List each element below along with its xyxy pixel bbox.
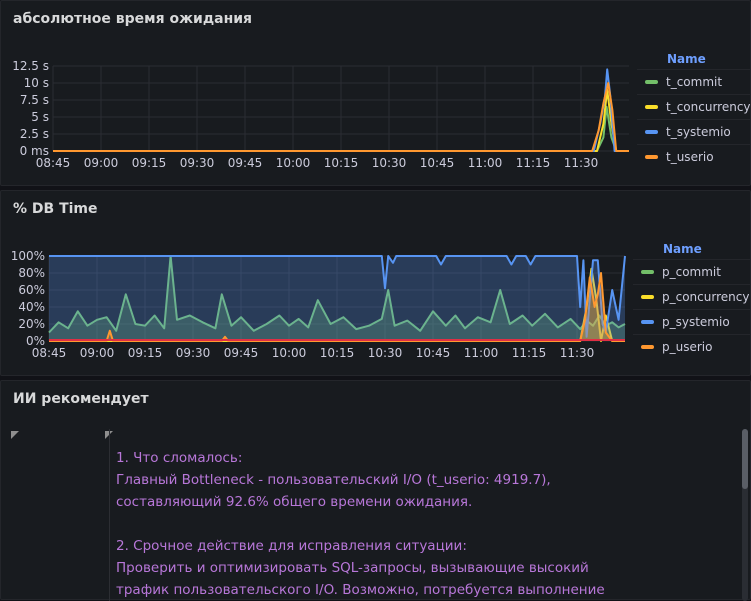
x-tick-label: 10:45 — [416, 346, 451, 360]
scrollbar[interactable] — [742, 429, 748, 601]
legend-header[interactable]: Name — [633, 239, 751, 259]
legend-item-p_systemio[interactable]: p_systemio — [633, 309, 751, 334]
legend-swatch — [641, 270, 654, 274]
x-tick-label: 10:45 — [420, 156, 455, 170]
recommendation-text: 1. Что сломалось: Главный Bottleneck - п… — [116, 450, 605, 598]
x-tick-label: 09:15 — [128, 346, 163, 360]
y-tick-label: 20% — [18, 317, 45, 331]
legend-swatch — [645, 130, 658, 134]
legend-item-p_concurrency[interactable]: p_concurrency — [633, 284, 751, 309]
x-tick-label: 09:15 — [132, 156, 167, 170]
legend-item-t_concurrency[interactable]: t_concurrency — [637, 94, 751, 119]
x-tick-label: 09:00 — [84, 156, 119, 170]
legend-item-t_systemio[interactable]: t_systemio — [637, 119, 751, 144]
x-tick-label: 11:30 — [564, 156, 599, 170]
db-time-legend: Name p_commit p_concurrency p_systemio p_use… — [633, 239, 751, 359]
x-tick-label: 11:15 — [516, 156, 551, 170]
legend-item-p_commit[interactable]: p_commit — [633, 259, 751, 284]
y-tick-label: 2.5 s — [20, 127, 49, 141]
scrollbar-thumb[interactable] — [742, 429, 748, 489]
legend-header[interactable]: Name — [637, 49, 751, 69]
x-tick-label: 09:45 — [224, 346, 259, 360]
x-tick-label: 10:00 — [276, 156, 311, 170]
legend-label: p_commit — [662, 265, 721, 279]
x-tick-label: 11:15 — [512, 346, 547, 360]
recommendation-text-area[interactable]: 1. Что сломалось: Главный Bottleneck - п… — [109, 429, 740, 601]
y-tick-label: 12.5 s — [12, 59, 49, 73]
resize-corner-icon[interactable] — [11, 431, 19, 439]
legend-label: t_userio — [666, 150, 714, 164]
y-tick-label: 5 s — [31, 110, 49, 124]
legend-swatch — [641, 295, 654, 299]
wait-time-legend: Name t_commit t_concurrency t_systemio t_use… — [637, 49, 751, 169]
y-tick-label: 100% — [11, 249, 45, 263]
y-tick-label: 40% — [18, 300, 45, 314]
y-tick-label: 80% — [18, 266, 45, 280]
x-tick-label: 11:00 — [468, 156, 503, 170]
legend-label: p_userio — [662, 340, 713, 354]
x-tick-label: 10:15 — [320, 346, 355, 360]
legend-item-t_commit[interactable]: t_commit — [637, 69, 751, 94]
x-tick-label: 10:30 — [372, 156, 407, 170]
legend-swatch — [645, 105, 658, 109]
y-tick-label: 60% — [18, 283, 45, 297]
x-tick-label: 11:30 — [560, 346, 595, 360]
y-tick-label: 7.5 s — [20, 93, 49, 107]
panel-title[interactable]: ИИ рекомендует — [13, 391, 149, 407]
legend-label: t_commit — [666, 75, 723, 89]
legend-label: t_systemio — [666, 125, 731, 139]
legend-swatch — [641, 320, 654, 324]
legend-label: t_concurrency — [666, 100, 751, 114]
ai-recommendation-panel: ИИ рекомендует 1. Что сломалось: Главный… — [0, 380, 751, 601]
legend-label: p_concurrency — [662, 290, 750, 304]
series-area-p_systemio — [49, 256, 625, 341]
legend-item-p_userio[interactable]: p_userio — [633, 334, 751, 359]
x-tick-label: 09:30 — [180, 156, 215, 170]
x-tick-label: 10:30 — [368, 346, 403, 360]
legend-label: p_systemio — [662, 315, 730, 329]
legend-swatch — [641, 345, 654, 349]
legend-swatch — [645, 80, 658, 84]
legend-item-t_userio[interactable]: t_userio — [637, 144, 751, 169]
db-time-panel: % DB Time 0% 20% 40% 60% 80% 100% 08:45 09:00 09… — [0, 190, 751, 376]
legend-swatch — [645, 155, 658, 159]
x-tick-label: 11:00 — [464, 346, 499, 360]
x-tick-label: 08:45 — [36, 156, 71, 170]
x-tick-label: 09:00 — [80, 346, 115, 360]
wait-time-panel: абсолютное время ожидания 0 ms 2.5 s5 s 7.… — [0, 0, 751, 186]
x-tick-label: 10:00 — [272, 346, 307, 360]
y-tick-label: 10 s — [24, 76, 49, 90]
x-tick-label: 08:45 — [32, 346, 67, 360]
x-tick-label: 10:15 — [324, 156, 359, 170]
x-tick-label: 09:30 — [176, 346, 211, 360]
x-tick-label: 09:45 — [228, 156, 263, 170]
